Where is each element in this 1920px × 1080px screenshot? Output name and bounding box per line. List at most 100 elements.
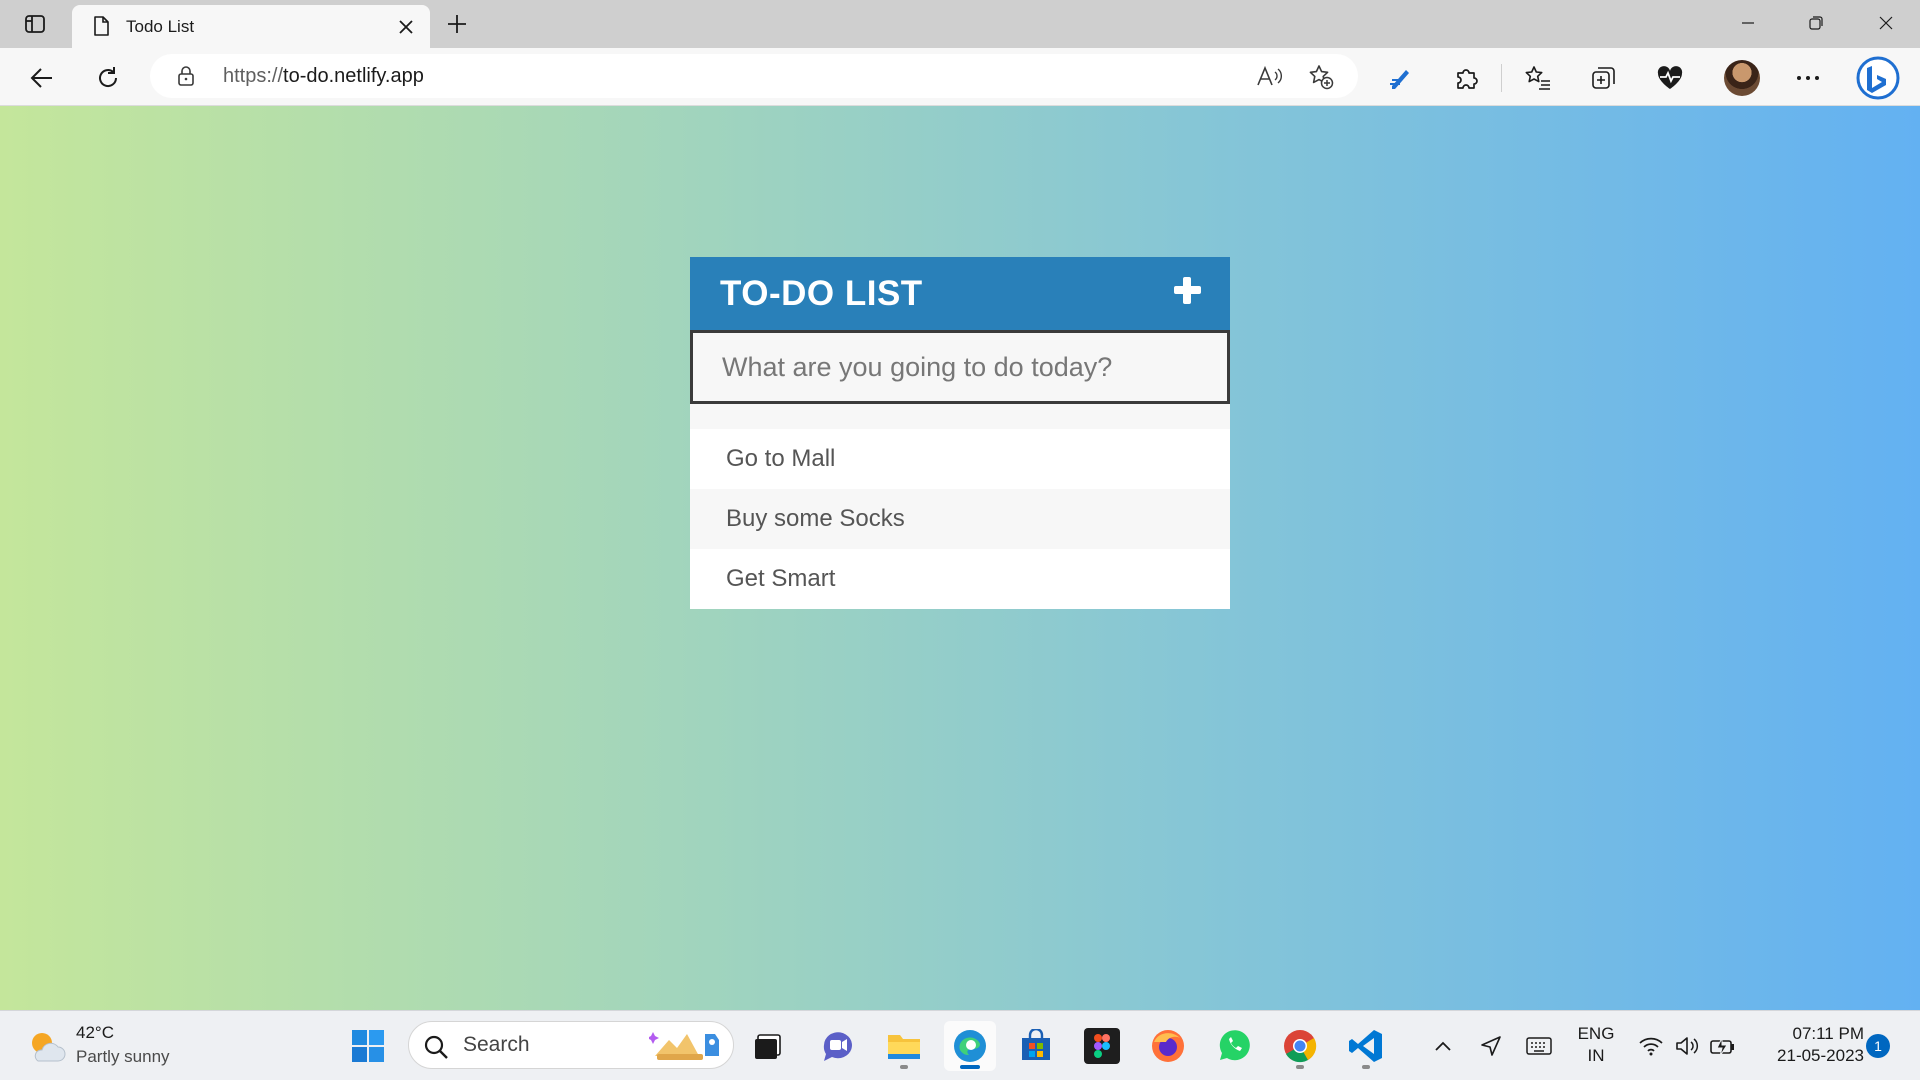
more-icon: [1797, 76, 1819, 80]
chrome-button[interactable]: [1274, 1021, 1326, 1071]
puzzle-icon: [1457, 69, 1478, 89]
task-view-icon: [755, 1034, 781, 1059]
read-aloud-button[interactable]: [1254, 62, 1284, 92]
partly-sunny-icon[interactable]: [26, 1027, 66, 1067]
file-explorer-button[interactable]: [878, 1021, 930, 1071]
refresh-button[interactable]: [90, 60, 126, 96]
bing-chat-button[interactable]: [1854, 54, 1902, 102]
search-label: Search: [463, 1033, 530, 1056]
todo-title: TO-DO LIST: [720, 274, 923, 313]
todo-header: TO-DO LIST: [690, 257, 1230, 330]
task-view-button[interactable]: [742, 1021, 794, 1071]
refresh-icon: [99, 67, 118, 87]
page-icon: [94, 16, 109, 36]
browser-essentials-button[interactable]: [1652, 60, 1688, 96]
new-todo-input[interactable]: [690, 330, 1230, 404]
browser-tab-strip: Todo List: [0, 0, 1920, 48]
running-indicator: [1362, 1065, 1370, 1069]
close-window-button[interactable]: [1852, 0, 1920, 46]
tab-close-button[interactable]: [394, 15, 418, 39]
plus-icon: [448, 15, 466, 33]
browser-toolbar: https://to-do.netlify.app: [0, 48, 1920, 106]
wifi-tray-button[interactable]: [1636, 1031, 1666, 1061]
show-hidden-icons-button[interactable]: [1428, 1031, 1458, 1061]
volume-tray-button[interactable]: [1672, 1031, 1702, 1061]
tab-actions-button[interactable]: [16, 8, 54, 40]
url-scheme: https://: [223, 65, 284, 87]
figma-icon: [1084, 1028, 1120, 1064]
system-clock[interactable]: 07:11 PM 21-05-2023: [1754, 1023, 1864, 1067]
minimize-icon: [1742, 22, 1754, 24]
address-bar[interactable]: https://to-do.netlify.app: [150, 54, 1358, 98]
microsoft-store-icon: [1022, 1029, 1050, 1060]
chevron-up-icon: [1435, 1041, 1451, 1051]
toolbar-divider: [1501, 64, 1502, 92]
whatsapp-icon: [1219, 1030, 1250, 1061]
collections-button[interactable]: [1586, 60, 1622, 96]
copilot-pen-button[interactable]: [1382, 60, 1418, 96]
restore-icon: [1809, 16, 1823, 30]
read-aloud-icon: [1257, 65, 1282, 86]
location-tray-button[interactable]: [1476, 1031, 1506, 1061]
lock-icon[interactable]: [176, 66, 196, 86]
search-icon: [424, 1035, 448, 1059]
teams-chat-button[interactable]: [812, 1021, 864, 1071]
whatsapp-button[interactable]: [1208, 1021, 1260, 1071]
battery-tray-button[interactable]: [1708, 1031, 1738, 1061]
restore-button[interactable]: [1782, 0, 1850, 46]
new-tab-button[interactable]: [440, 8, 474, 40]
extensions-button[interactable]: [1448, 60, 1484, 96]
star-add-icon: [1309, 65, 1334, 90]
edge-button[interactable]: [944, 1021, 996, 1071]
start-button[interactable]: [342, 1021, 394, 1071]
todo-item[interactable]: Get Smart: [690, 549, 1230, 609]
browser-tab[interactable]: Todo List: [72, 5, 430, 48]
speaker-icon: [1676, 1037, 1699, 1055]
file-explorer-icon: [888, 1035, 920, 1059]
todo-item[interactable]: Go to Mall: [690, 429, 1230, 489]
keyboard-icon: [1526, 1037, 1552, 1055]
tab-title: Todo List: [126, 17, 195, 36]
favorites-icon: [1525, 66, 1550, 90]
figma-button[interactable]: [1076, 1021, 1128, 1071]
region-code: IN: [1587, 1046, 1605, 1065]
touch-keyboard-button[interactable]: [1524, 1031, 1554, 1061]
add-favorite-button[interactable]: [1306, 62, 1336, 92]
weather-temperature[interactable]: 42°C: [76, 1023, 114, 1043]
bing-icon: [1856, 56, 1900, 100]
settings-more-button[interactable]: [1790, 60, 1826, 96]
minimize-button[interactable]: [1714, 0, 1782, 46]
running-indicator: [900, 1065, 908, 1069]
firefox-icon: [1152, 1030, 1184, 1062]
back-button[interactable]: [24, 60, 60, 96]
wifi-icon: [1639, 1037, 1663, 1056]
todo-gap: [690, 404, 1230, 429]
running-indicator: [960, 1065, 980, 1069]
vscode-button[interactable]: [1340, 1021, 1392, 1071]
windows-start-icon: [352, 1030, 384, 1062]
close-icon: [1879, 16, 1893, 30]
collections-icon: [1592, 67, 1615, 89]
url-host: to-do.netlify.app: [283, 65, 424, 87]
clock-date: 21-05-2023: [1777, 1046, 1864, 1065]
language-code: ENG: [1577, 1024, 1615, 1043]
taskbar-search[interactable]: Search: [408, 1021, 734, 1069]
url-text: https://to-do.netlify.app: [223, 54, 424, 98]
firefox-button[interactable]: [1142, 1021, 1194, 1071]
microsoft-store-button[interactable]: [1010, 1021, 1062, 1071]
weather-description[interactable]: Partly sunny: [76, 1047, 170, 1067]
favorites-button[interactable]: [1520, 60, 1556, 96]
toggle-input-button[interactable]: [1170, 273, 1204, 307]
page-viewport: TO-DO LIST Go to Mall Buy some Socks Get…: [0, 106, 1920, 1010]
close-icon: [399, 20, 413, 34]
back-arrow-icon: [30, 68, 52, 88]
teams-chat-icon: [823, 1032, 852, 1061]
notification-badge[interactable]: 1: [1866, 1034, 1890, 1058]
pen-icon: [1390, 70, 1409, 89]
chrome-icon: [1284, 1030, 1317, 1063]
input-language-indicator[interactable]: ENG IN: [1572, 1023, 1620, 1067]
clock-time: 07:11 PM: [1792, 1024, 1864, 1043]
profile-avatar[interactable]: [1724, 60, 1760, 96]
todo-item[interactable]: Buy some Socks: [690, 489, 1230, 549]
windows-taskbar: 42°C Partly sunny Search ENG IN 07:11 PM…: [0, 1010, 1920, 1080]
